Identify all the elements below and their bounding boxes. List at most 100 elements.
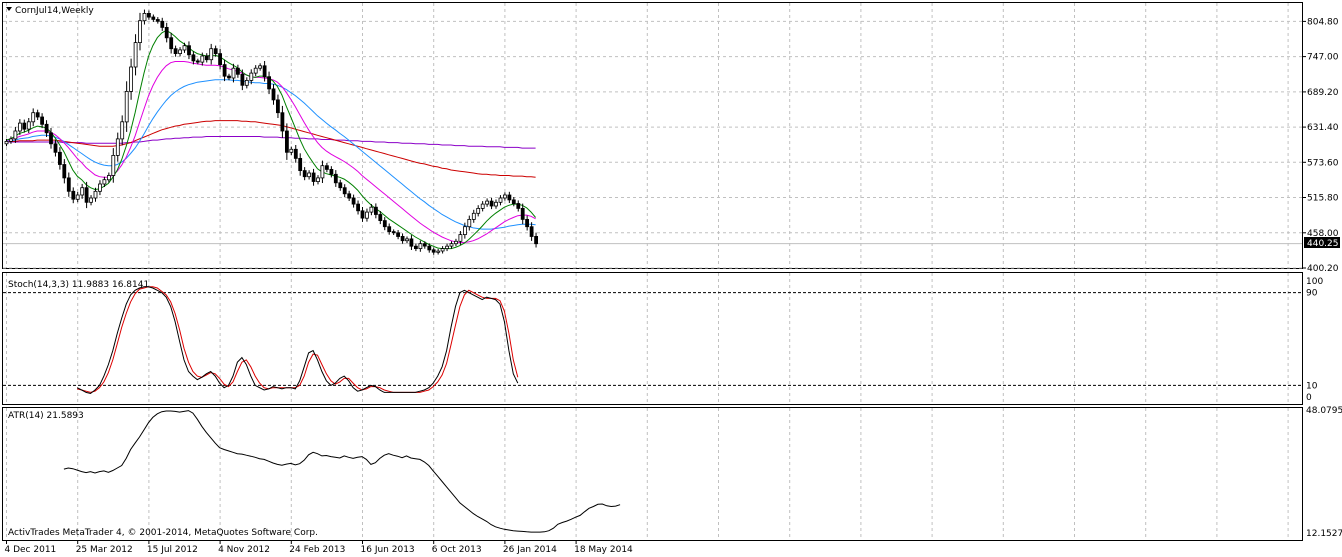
- candle-body: [49, 132, 53, 145]
- candle-body: [275, 99, 280, 114]
- candle-body: [66, 177, 71, 192]
- candle-body: [178, 49, 183, 55]
- candle-body: [458, 234, 463, 242]
- stoch-panel-frame[interactable]: [2, 272, 1303, 405]
- price-tick-label: 689.20: [1307, 88, 1339, 98]
- candle-body: [93, 190, 98, 199]
- candle-body: [364, 211, 369, 219]
- candle-body: [511, 199, 516, 204]
- candle-body: [351, 197, 356, 205]
- candle-body: [258, 65, 263, 69]
- candle-body: [387, 226, 392, 232]
- candle-body: [489, 200, 494, 207]
- stoch-tick-label: 90: [1306, 289, 1318, 299]
- stoch-tick-label: 10: [1306, 381, 1318, 391]
- candle-body: [262, 65, 267, 78]
- candle-body: [133, 42, 138, 68]
- candle-body: [267, 76, 272, 90]
- candle-body: [31, 112, 36, 123]
- candle-body: [107, 175, 111, 181]
- candle-body: [244, 80, 249, 86]
- candle-body: [62, 164, 67, 179]
- candle-body: [213, 48, 218, 55]
- candle-body: [13, 130, 18, 140]
- candle-body: [80, 187, 85, 196]
- candle-body: [516, 203, 521, 209]
- candle-body: [40, 116, 44, 125]
- atr-panel-frame[interactable]: [2, 407, 1303, 541]
- candle-body: [58, 151, 62, 165]
- date-tick-label: 18 May 2014: [574, 545, 633, 555]
- candle-body: [302, 170, 307, 178]
- candle-body: [507, 194, 512, 201]
- stoch-tick-label: 100: [1306, 277, 1323, 287]
- candle-body: [173, 48, 178, 55]
- candle-body: [431, 249, 436, 253]
- candle-body: [222, 64, 227, 77]
- candle-body: [160, 20, 165, 28]
- candle-body: [235, 67, 240, 75]
- price-tick-label: 515.80: [1307, 194, 1339, 204]
- candle-body: [485, 200, 490, 205]
- candle-body: [280, 112, 285, 132]
- candle-body: [240, 73, 245, 86]
- candle-body: [22, 122, 27, 130]
- candle-body: [413, 245, 418, 249]
- candle-body: [378, 214, 383, 221]
- candle-body: [342, 187, 347, 195]
- price-tick-label: 573.60: [1307, 158, 1339, 168]
- chart-title: CornJul14,Weekly: [15, 6, 94, 16]
- candle-body: [534, 235, 538, 245]
- candle-body: [494, 201, 498, 207]
- date-tick-label: 6 Oct 2013: [432, 545, 482, 555]
- atr-title: ATR(14) 21.5893: [8, 411, 84, 421]
- candle-body: [502, 194, 507, 199]
- date-tick-label: 26 Jan 2014: [503, 545, 557, 555]
- current-price-label: 440.25: [1307, 239, 1339, 249]
- candle-body: [529, 226, 534, 237]
- candle-body: [449, 243, 454, 247]
- candle-body: [405, 238, 409, 242]
- date-tick-label: 24 Feb 2013: [289, 545, 345, 555]
- candle-body: [284, 130, 289, 153]
- main-panel-frame[interactable]: [2, 2, 1303, 269]
- candle-body: [436, 250, 441, 253]
- candle-body: [169, 37, 174, 50]
- stoch-tick-label: 0: [1306, 393, 1312, 403]
- candle-body: [182, 45, 187, 51]
- candle-body: [298, 157, 303, 171]
- price-tick-label: 747.00: [1307, 53, 1339, 63]
- copyright-text: ActivTrades MetaTrader 4, © 2001-2014, M…: [8, 528, 318, 538]
- candle-body: [195, 60, 200, 63]
- candle-body: [84, 187, 89, 203]
- candle-body: [227, 75, 231, 79]
- candle-body: [338, 182, 343, 189]
- metatrader-chart[interactable]: 804.80747.00689.20631.40573.60515.80458.…: [0, 0, 1342, 557]
- candle-body: [333, 173, 338, 184]
- candle-body: [440, 248, 445, 252]
- candle-body: [409, 238, 414, 247]
- candle-body: [445, 245, 450, 249]
- candle-body: [102, 179, 107, 185]
- candle-body: [35, 112, 40, 118]
- candle-body: [520, 207, 525, 220]
- candle-body: [369, 206, 374, 213]
- candle-body: [204, 55, 209, 61]
- price-tick-label: 631.40: [1307, 123, 1339, 133]
- candle-body: [98, 183, 102, 192]
- candle-body: [53, 143, 58, 153]
- candle-body: [187, 45, 191, 56]
- candle-body: [391, 231, 396, 234]
- candle-body: [307, 172, 312, 178]
- candle-body: [124, 91, 129, 123]
- candle-body: [422, 243, 427, 247]
- date-tick-label: 4 Dec 2011: [5, 545, 57, 555]
- candle-body: [289, 148, 294, 153]
- candle-body: [142, 12, 147, 22]
- candle-body: [427, 245, 432, 251]
- candle-body: [4, 140, 9, 145]
- candle-body: [476, 207, 481, 214]
- candle-body: [75, 194, 80, 200]
- candle-body: [418, 243, 423, 249]
- candle-body: [311, 172, 316, 182]
